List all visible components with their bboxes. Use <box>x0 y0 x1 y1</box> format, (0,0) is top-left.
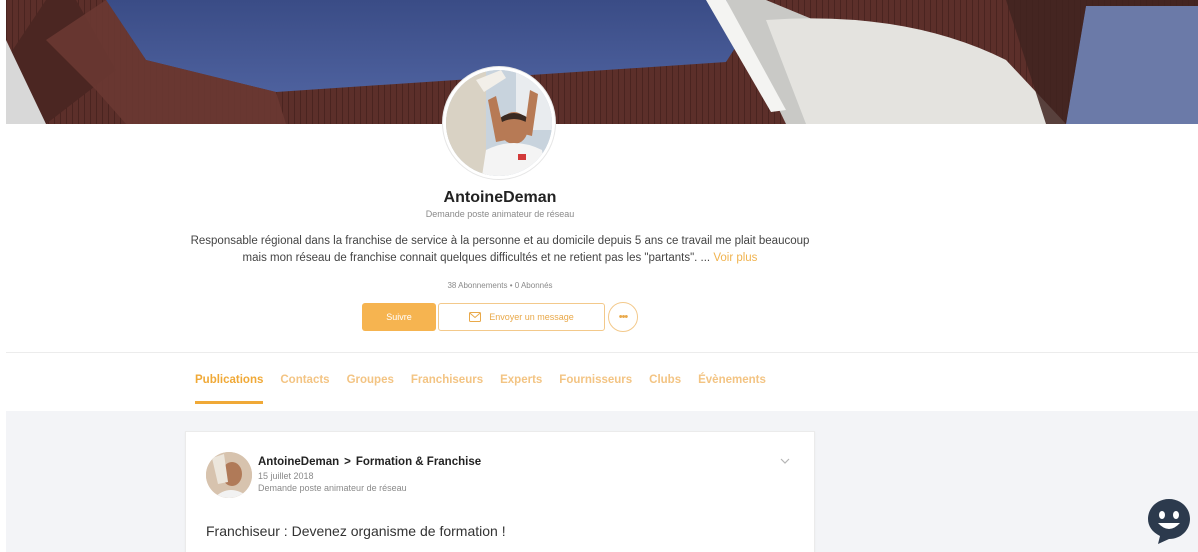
post-card[interactable]: AntoineDeman > Formation & Franchise 15 ju… <box>185 431 815 552</box>
post-author-avatar[interactable] <box>206 452 252 498</box>
post-author-name[interactable]: AntoineDeman <box>258 456 339 468</box>
post-group-name[interactable]: Formation & Franchise <box>356 456 481 468</box>
profile-tabs: Publications Contacts Groupes Franchiseu… <box>195 374 783 404</box>
chat-bubble-icon[interactable] <box>1146 497 1192 545</box>
post-author-line: AntoineDeman > Formation & Franchise <box>258 456 481 468</box>
header-divider <box>6 352 1198 353</box>
voir-plus-link[interactable]: Voir plus <box>713 252 757 264</box>
profile-avatar[interactable] <box>443 67 555 179</box>
ellipsis-icon: ••• <box>618 311 629 323</box>
envelope-icon <box>469 312 482 322</box>
tab-evenements[interactable]: Évènements <box>698 374 766 404</box>
profile-stats[interactable]: 38 Abonnements • 0 Abonnés <box>0 281 1000 290</box>
post-author-role: Demande poste animateur de réseau <box>258 483 407 493</box>
cover-image <box>6 0 1198 124</box>
tab-fournisseurs[interactable]: Fournisseurs <box>559 374 632 404</box>
tab-clubs[interactable]: Clubs <box>649 374 681 404</box>
profile-subtitle: Demande poste animateur de réseau <box>425 209 575 219</box>
tab-publications[interactable]: Publications <box>195 374 264 404</box>
chevron-down-icon[interactable] <box>779 456 791 466</box>
follow-button[interactable]: Suivre <box>362 303 436 331</box>
profile-bio: Responsable régional dans la franchise d… <box>190 233 810 267</box>
send-message-button[interactable]: Envoyer un message <box>438 303 605 331</box>
profile-name: AntoineDeman <box>443 189 557 206</box>
more-options-button[interactable]: ••• <box>608 302 638 332</box>
post-author-separator: > <box>344 456 351 468</box>
tab-franchiseurs[interactable]: Franchiseurs <box>411 374 483 404</box>
post-title[interactable]: Franchiseur : Devenez organisme de forma… <box>206 523 506 539</box>
post-date: 15 juillet 2018 <box>258 471 314 481</box>
send-message-label: Envoyer un message <box>489 312 574 322</box>
tab-experts[interactable]: Experts <box>500 374 542 404</box>
tab-groupes[interactable]: Groupes <box>347 374 394 404</box>
tab-contacts[interactable]: Contacts <box>280 374 329 404</box>
